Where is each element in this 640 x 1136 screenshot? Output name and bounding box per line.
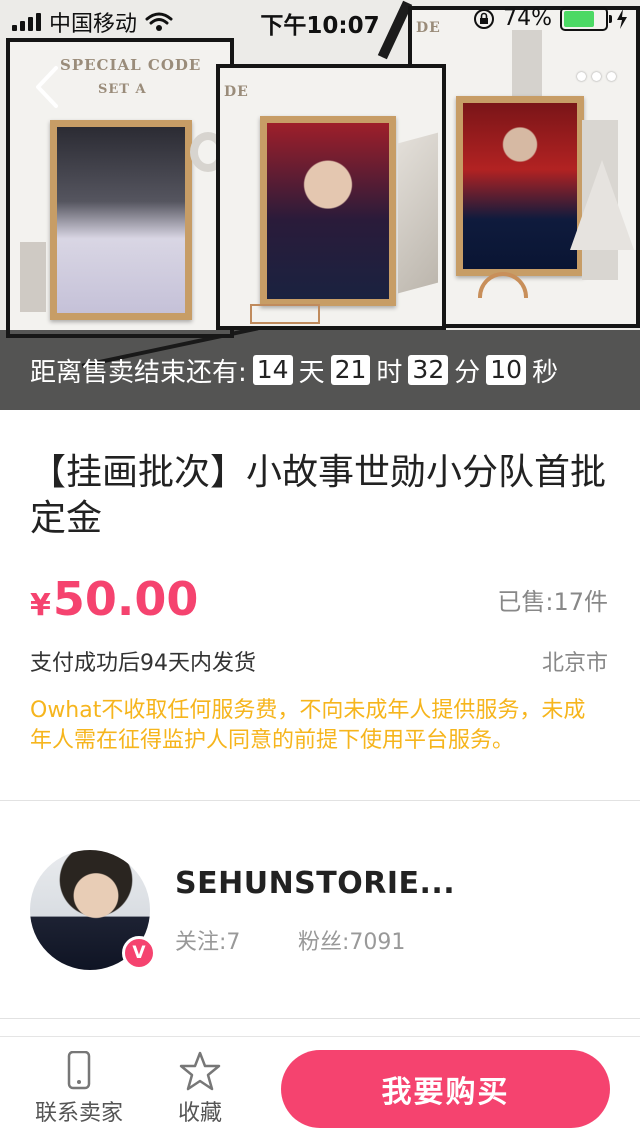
currency-symbol: ¥ bbox=[30, 588, 51, 623]
more-dot bbox=[607, 72, 616, 81]
more-dot bbox=[577, 72, 586, 81]
battery-icon bbox=[560, 6, 612, 31]
buy-now-button[interactable]: 我要购买 bbox=[281, 1050, 610, 1128]
card-code: DE bbox=[224, 84, 249, 100]
seller-name[interactable]: SEHUNSTORIE... bbox=[175, 866, 455, 901]
sold-count: 已售:17件 bbox=[497, 588, 608, 616]
back-arrow-icon[interactable] bbox=[28, 62, 68, 112]
card-headline: SPECIAL CODE bbox=[60, 56, 202, 74]
price-value: 50.00 bbox=[52, 572, 199, 626]
more-options-icon[interactable] bbox=[577, 72, 616, 81]
divider bbox=[0, 1018, 640, 1019]
countdown-minutes: 32 bbox=[408, 355, 449, 385]
phone-icon bbox=[67, 1051, 91, 1090]
favorite-label: 收藏 bbox=[177, 1101, 222, 1126]
divider bbox=[0, 800, 640, 801]
charging-bolt-icon bbox=[617, 8, 627, 29]
countdown-seconds-unit: 秒 bbox=[532, 357, 559, 388]
countdown-prefix: 距离售卖结束还有: bbox=[30, 357, 247, 388]
seller-following: 关注:7 bbox=[175, 930, 241, 955]
more-dot bbox=[592, 72, 601, 81]
battery-fill bbox=[564, 10, 594, 27]
seller-fans: 粉丝:7091 bbox=[298, 930, 406, 955]
product-banner[interactable]: SPECIAL CODE SET A DE DE 距离售卖结束还有: 14 天 … bbox=[0, 0, 640, 410]
countdown-days: 14 bbox=[252, 355, 293, 385]
poster-photo bbox=[260, 116, 396, 306]
poster-card-2: DE bbox=[216, 64, 446, 330]
ship-location: 北京市 bbox=[541, 651, 608, 676]
decor-block bbox=[20, 242, 46, 312]
star-icon bbox=[179, 1051, 221, 1091]
poster-photo bbox=[456, 96, 584, 276]
poster-photo bbox=[50, 120, 192, 320]
countdown-hours-unit: 时 bbox=[376, 357, 403, 388]
product-title: 【挂画批次】小故事世勋小分队首批定金 bbox=[30, 452, 607, 539]
shipping-info: 支付成功后94天内发货 bbox=[30, 651, 256, 676]
decor-frame bbox=[250, 304, 320, 324]
contact-seller-button[interactable]: 联系卖家 bbox=[24, 1037, 134, 1136]
contact-seller-label: 联系卖家 bbox=[34, 1101, 123, 1126]
countdown-seconds: 10 bbox=[486, 355, 527, 385]
verified-badge: V bbox=[122, 936, 156, 970]
platform-notice: Owhat不收取任何服务费，不向未成年人提供服务，未成年人需在征得监护人同意的前… bbox=[30, 698, 586, 753]
status-bar: 中国移动 下午10:07 74% bbox=[0, 0, 640, 40]
decor-paper bbox=[398, 132, 438, 294]
sale-countdown: 距离售卖结束还有: 14 天 21 时 32 分 10 秒 bbox=[0, 330, 640, 410]
card-subline: SET A bbox=[98, 82, 147, 97]
countdown-days-unit: 天 bbox=[298, 357, 325, 388]
product-price: ¥50.00 bbox=[30, 572, 198, 626]
favorite-button[interactable]: 收藏 bbox=[145, 1037, 255, 1136]
countdown-minutes-unit: 分 bbox=[454, 357, 481, 388]
rotation-lock-icon bbox=[474, 8, 495, 29]
battery-percent: 74% bbox=[503, 6, 552, 31]
decor-pillar bbox=[512, 30, 542, 100]
bottom-action-bar: 联系卖家 收藏 我要购买 bbox=[0, 1036, 640, 1136]
countdown-hours: 21 bbox=[330, 355, 371, 385]
decor-cone bbox=[570, 160, 634, 250]
